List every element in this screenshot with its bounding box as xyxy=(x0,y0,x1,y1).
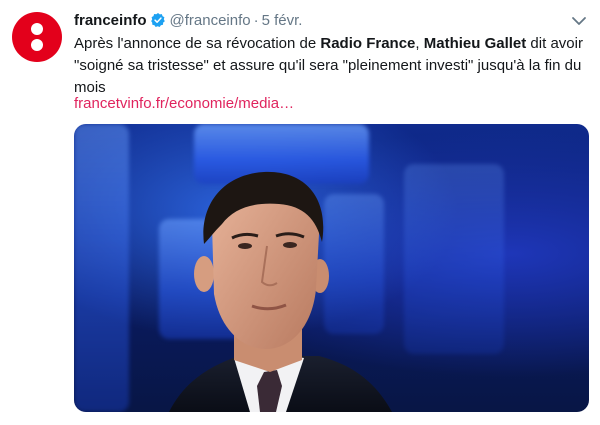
tweet-header: franceinfo @franceinfo · 5 févr. xyxy=(74,11,302,31)
tweet-text-bold: Mathieu Gallet xyxy=(423,35,527,52)
tweet-text-part: , xyxy=(415,35,424,52)
photo-person-portrait xyxy=(169,171,392,412)
avatar-logo-dot xyxy=(31,23,43,35)
account-handle[interactable]: @franceinfo xyxy=(170,12,251,29)
account-name[interactable]: franceinfo xyxy=(74,12,147,29)
avatar-logo-dot xyxy=(31,39,43,51)
tweet-photo[interactable] xyxy=(74,124,589,412)
tweet-date[interactable]: 5 févr. xyxy=(262,12,303,29)
tweet-text-bold: Radio France xyxy=(320,35,416,52)
avatar[interactable] xyxy=(12,12,62,62)
tweet-text-part: Après l'annonce de sa révocation de xyxy=(74,35,321,52)
chevron-down-icon[interactable] xyxy=(570,12,588,30)
header-separator: · xyxy=(253,12,259,29)
verified-badge-icon xyxy=(150,13,165,27)
tweet-text: Après l'annonce de sa révocation de Radi… xyxy=(74,33,589,99)
tweet-link[interactable]: francetvinfo.fr/economie/media… xyxy=(74,94,294,114)
tweet-card[interactable]: franceinfo @franceinfo · 5 févr. Après l'a… xyxy=(0,0,600,425)
